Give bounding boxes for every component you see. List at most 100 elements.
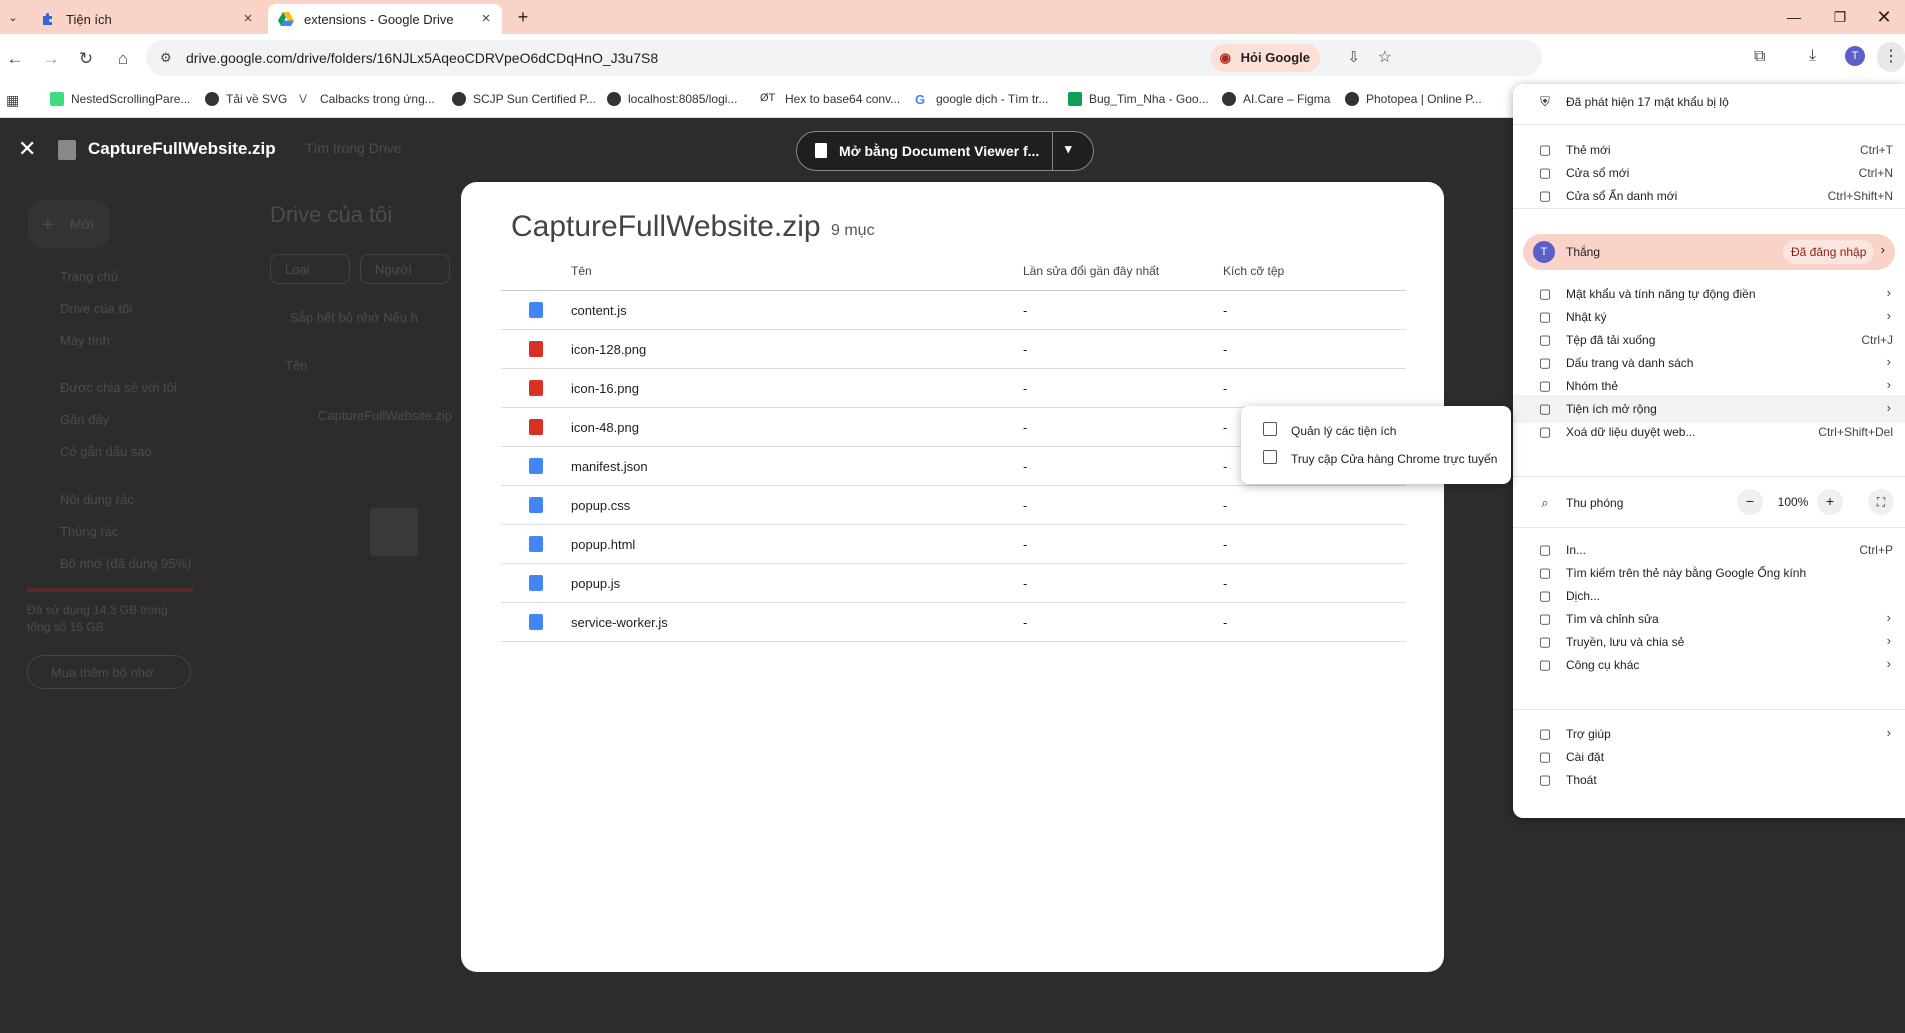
nav-item[interactable]: Nội dung rác [60, 492, 134, 507]
chrome-menu-kebab-icon[interactable]: ⋮ [1877, 42, 1905, 72]
bookmark-item[interactable]: Ggoogle dịch - Tìm tr... [915, 92, 1049, 107]
filter-label: Người [375, 262, 412, 277]
url-text[interactable]: drive.google.com/drive/folders/16NJLx5Aq… [186, 50, 658, 66]
close-tab-icon[interactable]: × [478, 11, 494, 27]
document-file-icon [529, 536, 543, 552]
site-info-icon[interactable]: ⚙ [160, 50, 172, 66]
new-window-icon: ▢ [1538, 165, 1552, 180]
nav-item[interactable]: Có gắn dấu sao [60, 444, 152, 459]
menu-item[interactable]: ▢ Công cụ khác › [1513, 651, 1905, 679]
nav-item[interactable]: Được chia sẻ với tôi [60, 380, 177, 395]
profile-avatar[interactable]: T [1845, 46, 1865, 66]
table-row[interactable]: icon-16.png - - [501, 369, 1406, 408]
chevron-right-icon: › [1886, 633, 1891, 648]
fullscreen-icon[interactable]: ⛶ [1868, 489, 1894, 515]
file-size: - [1223, 498, 1228, 513]
close-tab-icon[interactable]: × [240, 11, 256, 27]
menu-divider [1513, 476, 1905, 477]
image-file-icon [529, 341, 543, 357]
minimize-icon[interactable]: — [1771, 0, 1817, 34]
file-name: popup.html [571, 537, 636, 552]
filter-people-chip[interactable]: Người [360, 254, 450, 284]
tab-search-chevron-icon[interactable]: ⌄ [0, 0, 26, 34]
zoom-icon: ⌕ [1541, 495, 1549, 510]
manage-extensions-item[interactable]: Quản lý các tiện ích [1241, 416, 1511, 444]
nav-item[interactable]: Drive của tôi [60, 301, 132, 316]
filter-type-chip[interactable]: Loại [270, 254, 350, 284]
new-tab-plus-icon[interactable]: + [506, 0, 540, 34]
menu-item-label: Thoát [1566, 773, 1597, 787]
close-viewer-icon[interactable]: ✕ [18, 138, 40, 160]
nav-item[interactable]: Bộ nhớ (đã dùng 95%) [60, 556, 191, 571]
password-alert-item[interactable]: ⛨ Đã phát hiện 17 mật khẩu bị lộ [1513, 88, 1905, 116]
menu-item-label: Cửa sổ Ẩn danh mới [1566, 189, 1678, 203]
chrome-web-store-item[interactable]: Truy cập Cửa hàng Chrome trực tuyến [1241, 444, 1511, 472]
table-row[interactable]: icon-128.png - - [501, 330, 1406, 369]
star-icon: ▢ [1538, 355, 1552, 370]
globe-icon [607, 92, 621, 106]
zoom-out-button[interactable]: − [1737, 489, 1763, 515]
bookmark-item[interactable]: Tải về SVG [205, 92, 287, 106]
download-icon: ▢ [1538, 332, 1552, 347]
bookmark-item[interactable]: ØT Hex to base64 conv... [760, 92, 900, 106]
nav-item[interactable]: Gần đây [60, 412, 109, 427]
file-modified: - [1023, 303, 1028, 318]
dropdown-caret-icon[interactable]: ▾ [1065, 141, 1072, 157]
buy-storage-button[interactable]: Mua thêm bộ nhớ [27, 655, 191, 689]
globe-icon [1345, 92, 1359, 106]
archive-preview-modal: CaptureFullWebsite.zip 9 mục Tên Lần sửa… [461, 182, 1444, 972]
document-file-icon [529, 614, 543, 630]
new-tab-icon: ▢ [1538, 142, 1552, 157]
tab-google-drive[interactable]: extensions - Google Drive × [268, 4, 502, 34]
menu-item[interactable]: ▢ Thoát [1513, 766, 1905, 794]
extensions-puzzle-icon[interactable]: ⧉ [1754, 48, 1765, 66]
reload-icon[interactable]: ↻ [69, 42, 103, 76]
tab-groups-icon: ▢ [1538, 378, 1552, 393]
tab-extensions-page[interactable]: Tiện ích × [30, 4, 264, 34]
nav-item[interactable]: Máy tính [60, 333, 110, 348]
file-name: icon-48.png [571, 420, 639, 435]
table-row[interactable]: content.js - - [501, 291, 1406, 330]
install-app-icon[interactable]: ⇩ [1347, 48, 1360, 66]
nav-item[interactable]: Thùng rác [60, 524, 119, 539]
bookmark-item[interactable]: NestedScrollingPare... [50, 92, 190, 106]
apps-grid-icon[interactable]: ▦ [6, 92, 19, 109]
menu-item[interactable]: ▢ Xoá dữ liệu duyệt web... Ctrl+Shift+Del [1513, 418, 1905, 446]
new-button[interactable]: + Mới [28, 200, 110, 248]
table-row[interactable]: service-worker.js - - [501, 603, 1406, 642]
storage-bar [27, 588, 193, 592]
bookmark-item[interactable]: localhost:8085/logi... [607, 92, 737, 106]
image-file-icon [529, 380, 543, 396]
bookmark-item[interactable]: Bug_Tim_Nha - Goo... [1068, 92, 1209, 106]
profile-row[interactable]: T Thắng Đã đăng nhập › [1523, 234, 1895, 270]
menu-item-label: Thẻ mới [1566, 143, 1611, 157]
home-icon[interactable]: ⌂ [106, 42, 140, 76]
downloads-icon[interactable]: ⤓ [1809, 47, 1816, 65]
table-row[interactable]: popup.js - - [501, 564, 1406, 603]
bookmark-item[interactable]: Photopea | Online P... [1345, 92, 1482, 106]
nav-item[interactable]: Trang chủ [60, 269, 118, 284]
bookmark-item[interactable]: V Calbacks trong ứng... [299, 92, 435, 106]
chevron-right-icon: › [1886, 725, 1891, 740]
restore-icon[interactable]: ❐ [1817, 0, 1863, 34]
key-icon: ▢ [1538, 286, 1552, 301]
zoom-in-button[interactable]: + [1817, 489, 1843, 515]
menu-item[interactable]: ▢ Cửa sổ Ẩn danh mới Ctrl+Shift+N [1513, 182, 1905, 210]
menu-item-label: Dấu trang và danh sách [1566, 356, 1694, 370]
table-row[interactable]: popup.html - - [501, 525, 1406, 564]
google-drive-icon [278, 11, 294, 27]
bookmark-star-icon[interactable]: ☆ [1378, 47, 1392, 67]
table-row[interactable]: popup.css - - [501, 486, 1406, 525]
chevron-right-icon: › [1886, 656, 1891, 671]
close-window-icon[interactable]: ✕ [1861, 0, 1905, 34]
forward-arrow-icon[interactable]: → [34, 42, 68, 76]
back-arrow-icon[interactable]: ← [0, 42, 32, 76]
bookmark-item[interactable]: AI.Care – Figma [1222, 92, 1330, 106]
open-with-button[interactable]: Mở bằng Document Viewer f... ▾ [796, 131, 1094, 171]
extensions-submenu: Quản lý các tiện ích Truy cập Cửa hàng C… [1241, 406, 1511, 484]
ask-google-button[interactable]: ◉ Hỏi Google [1210, 44, 1320, 72]
history-icon: ▢ [1538, 309, 1552, 324]
bookmark-item[interactable]: SCJP Sun Certified P... [452, 92, 596, 106]
address-bar[interactable]: ⚙ drive.google.com/drive/folders/16NJLx5… [146, 40, 1542, 76]
zoom-row: ⌕ Thu phóng − 100% + ⛶ [1513, 489, 1905, 517]
